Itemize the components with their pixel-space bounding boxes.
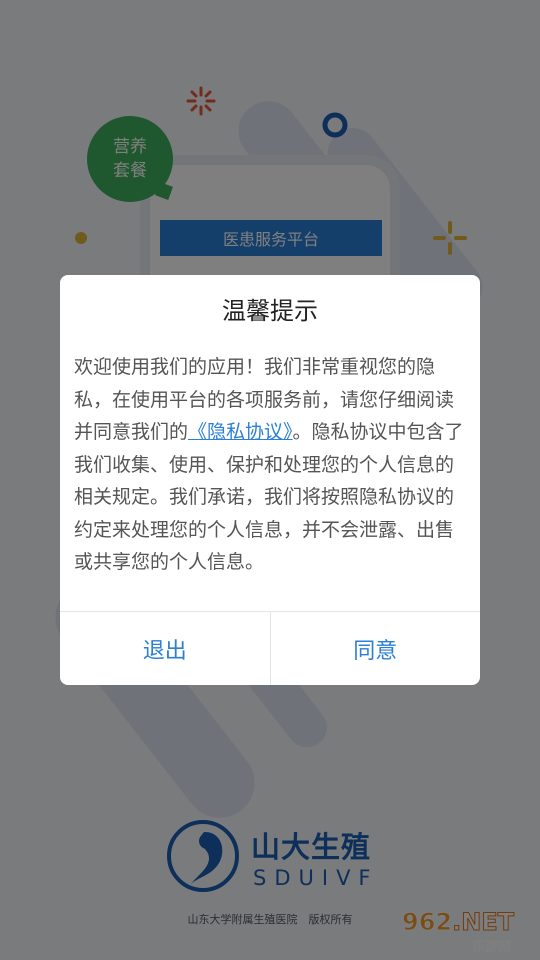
message-text-after: 。隐私协议中包含了我们收集、使用、保护和处理您的个人信息的相关规定。我们承诺，我… bbox=[74, 421, 464, 573]
agree-button[interactable]: 同意 bbox=[269, 612, 481, 685]
dialog-actions: 退出 同意 bbox=[60, 611, 480, 685]
exit-button[interactable]: 退出 bbox=[60, 612, 270, 685]
dialog-message: 欢迎使用我们的应用！我们非常重视您的隐私，在使用平台的各项服务前，请您仔细阅读并… bbox=[74, 351, 468, 579]
privacy-dialog: 温馨提示 欢迎使用我们的应用！我们非常重视您的隐私，在使用平台的各项服务前，请您… bbox=[60, 275, 480, 685]
dialog-title: 温馨提示 bbox=[222, 297, 318, 325]
privacy-policy-link[interactable]: 《隐私协议》 bbox=[188, 421, 293, 443]
